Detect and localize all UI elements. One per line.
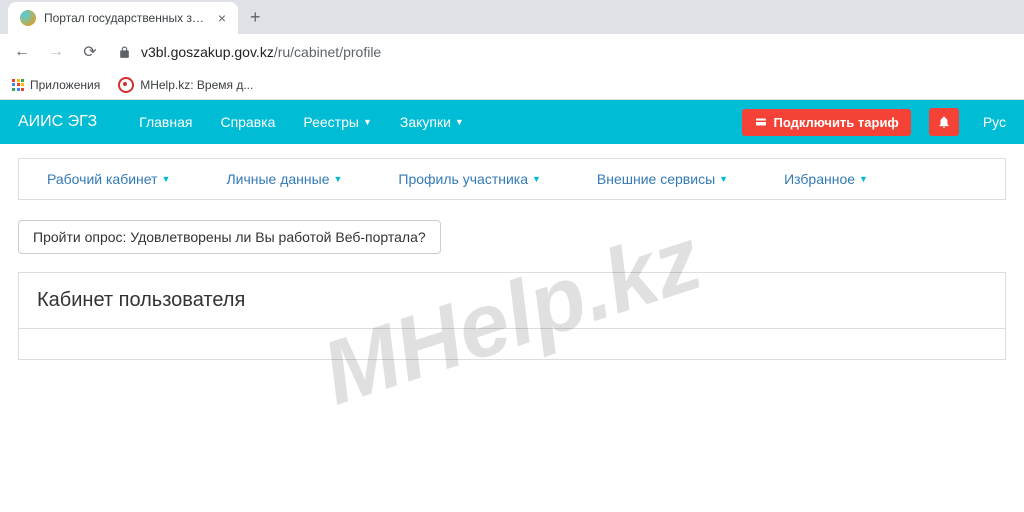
top-nav: АИИС ЭГЗ Главная Справка Реестры▼ Закупк… xyxy=(0,100,1024,144)
back-button[interactable]: ← xyxy=(12,43,32,61)
reload-button[interactable]: ⟳ xyxy=(80,42,100,62)
tab-bar: Портал государственных закупо × + xyxy=(0,0,1024,34)
panel-title: Кабинет пользователя xyxy=(19,273,1005,329)
bookmark-mhelp[interactable]: MHelp.kz: Время д... xyxy=(118,77,253,93)
bookmarks-bar: Приложения MHelp.kz: Время д... xyxy=(0,70,1024,100)
apps-icon xyxy=(12,79,24,91)
tab-title: Портал государственных закупо xyxy=(44,11,210,25)
chevron-down-icon: ▼ xyxy=(859,174,868,184)
chevron-down-icon: ▼ xyxy=(719,174,728,184)
browser-tab[interactable]: Портал государственных закупо × xyxy=(8,2,238,34)
brand-logo[interactable]: АИИС ЭГЗ xyxy=(18,113,97,131)
user-cabinet-panel: Кабинет пользователя xyxy=(18,272,1006,360)
nav-registries[interactable]: Реестры▼ xyxy=(289,114,385,130)
chevron-down-icon: ▼ xyxy=(162,174,171,184)
bell-icon xyxy=(937,115,951,129)
subnav-external[interactable]: Внешние сервисы▼ xyxy=(569,171,756,187)
subnav-cabinet[interactable]: Рабочий кабинет▼ xyxy=(19,171,198,187)
lock-icon xyxy=(118,46,131,59)
survey-link[interactable]: Пройти опрос: Удовлетворены ли Вы работо… xyxy=(18,220,441,254)
chevron-down-icon: ▼ xyxy=(455,117,464,127)
bookmark-apps[interactable]: Приложения xyxy=(12,78,100,92)
nav-help[interactable]: Справка xyxy=(206,114,289,130)
new-tab-button[interactable]: + xyxy=(238,7,273,28)
language-switch[interactable]: Рус xyxy=(983,114,1006,130)
nav-main[interactable]: Главная xyxy=(125,114,206,130)
address-bar: ← → ⟳ v3bl.goszakup.gov.kz/ru/cabinet/pr… xyxy=(0,34,1024,70)
nav-purchases[interactable]: Закупки▼ xyxy=(386,114,478,130)
mhelp-favicon xyxy=(118,77,134,93)
connect-tariff-button[interactable]: Подключить тариф xyxy=(742,109,911,136)
subnav-favorites[interactable]: Избранное▼ xyxy=(756,171,896,187)
tab-favicon xyxy=(20,10,36,26)
url-text: v3bl.goszakup.gov.kz/ru/cabinet/profile xyxy=(141,44,381,60)
forward-button[interactable]: → xyxy=(46,43,66,61)
chevron-down-icon: ▼ xyxy=(532,174,541,184)
subnav-personal[interactable]: Личные данные▼ xyxy=(198,171,370,187)
chevron-down-icon: ▼ xyxy=(333,174,342,184)
card-icon xyxy=(754,116,768,128)
notifications-button[interactable] xyxy=(929,108,959,136)
url-input[interactable]: v3bl.goszakup.gov.kz/ru/cabinet/profile xyxy=(114,44,1012,60)
sub-nav: Рабочий кабинет▼ Личные данные▼ Профиль … xyxy=(18,158,1006,200)
chevron-down-icon: ▼ xyxy=(363,117,372,127)
subnav-profile[interactable]: Профиль участника▼ xyxy=(370,171,569,187)
close-icon[interactable]: × xyxy=(218,10,226,26)
panel-body xyxy=(19,329,1005,359)
